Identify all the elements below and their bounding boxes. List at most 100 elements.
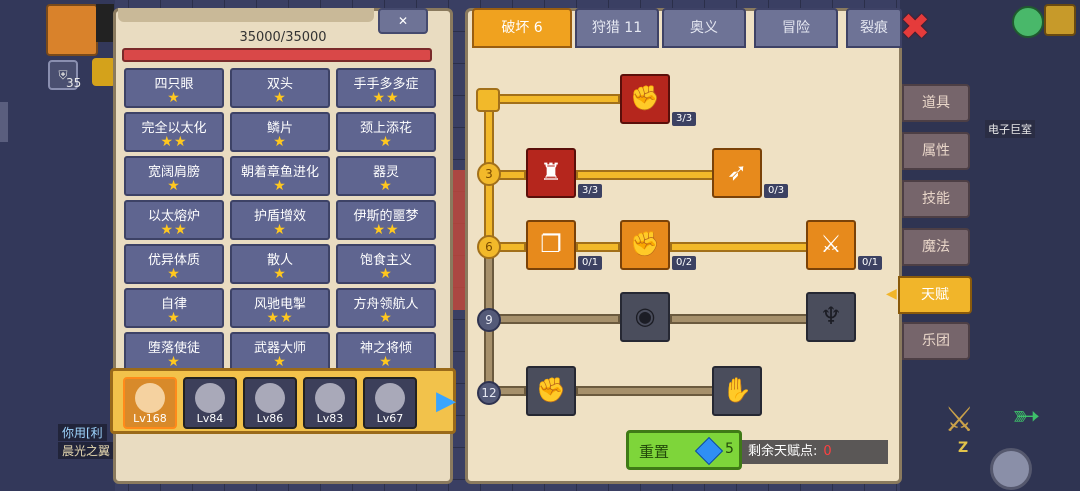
buff-item[interactable]: 散人 ★ <box>230 244 330 284</box>
bat-icon[interactable]: ♆ <box>806 292 856 342</box>
buff-item[interactable]: 宽阔肩膀 ★ <box>124 156 224 196</box>
node-count: 0/1 <box>578 256 603 270</box>
buff-item[interactable]: 手手多多症 ★★ <box>336 68 436 108</box>
buff-item[interactable]: 饱食主义 ★ <box>336 244 436 284</box>
star-icon: ★ <box>273 266 287 282</box>
tier-marker: 12 <box>477 381 501 405</box>
buff-item[interactable]: 伊斯的噩梦 ★★ <box>336 200 436 240</box>
arm-wrestle-icon[interactable]: ✊ <box>620 74 670 124</box>
bow-icon[interactable]: ➳ <box>1012 396 1041 436</box>
star-icon: ★★ <box>160 134 188 150</box>
raised-fist-icon[interactable]: ✊ <box>526 366 576 416</box>
menu-items[interactable]: 道具 <box>902 84 970 122</box>
pet-level: Lv83 <box>316 412 344 425</box>
talent-track <box>490 94 620 104</box>
reset-cost: 5 <box>725 441 734 457</box>
reset-label: 重置 <box>639 443 670 461</box>
star-icon: ★ <box>273 222 287 238</box>
pet-level: Lv168 <box>133 412 167 425</box>
reset-button[interactable]: 重置 5 <box>626 430 742 470</box>
chat-line: 晨光之翼 <box>58 442 115 459</box>
side-handle[interactable] <box>0 102 8 142</box>
buff-item[interactable]: 以太熔炉 ★★ <box>124 200 224 240</box>
star-icon: ★ <box>273 90 287 106</box>
node-count: 0/2 <box>672 256 697 270</box>
buff-item[interactable]: 朝着章鱼进化 ★ <box>230 156 330 196</box>
pet-portrait-icon <box>315 383 345 413</box>
sword-splash-icon[interactable]: ⚔ <box>806 220 856 270</box>
pet-portrait-icon <box>375 383 405 413</box>
tier-marker: 3 <box>477 162 501 186</box>
star-icon: ★★ <box>372 222 400 238</box>
menu-talent[interactable]: 天赋 <box>898 276 972 314</box>
buff-item[interactable]: 神之将倾 ★ <box>336 332 436 372</box>
pet-slot[interactable]: Lv86 <box>243 377 297 429</box>
network-icon[interactable] <box>1012 6 1044 38</box>
talent-track <box>576 386 714 396</box>
star-icon: ★★ <box>160 222 188 238</box>
star-icon: ★ <box>379 178 393 194</box>
exit-icon[interactable] <box>1044 4 1076 36</box>
buff-item[interactable]: 优异体质 ★ <box>124 244 224 284</box>
buff-item[interactable]: 鳞片 ★ <box>230 112 330 152</box>
node-count: 3/3 <box>578 184 603 198</box>
pet-portrait-icon <box>135 383 165 413</box>
buff-item[interactable]: 堕落使徒 ★ <box>124 332 224 372</box>
star-icon: ★ <box>273 178 287 194</box>
pet-level: Lv84 <box>196 412 224 425</box>
talent-track <box>576 170 714 180</box>
buff-item[interactable]: 双头 ★ <box>230 68 330 108</box>
currency-count: 35 <box>66 76 82 90</box>
pet-portrait-icon <box>255 383 285 413</box>
fist-punch-icon[interactable]: ✊ <box>620 220 670 270</box>
talent-track <box>576 242 620 252</box>
arrow-hit-icon[interactable]: ➶ <box>712 148 762 198</box>
buff-item[interactable]: 武器大师 ★ <box>230 332 330 372</box>
menu-magic[interactable]: 魔法 <box>902 228 970 266</box>
buff-item[interactable]: 风驰电掣 ★★ <box>230 288 330 328</box>
tab-hunt[interactable]: 狩猎 11 <box>575 8 659 48</box>
buff-item[interactable]: 完全以太化 ★★ <box>124 112 224 152</box>
talent-track <box>670 242 808 252</box>
buff-grid: 四只眼 ★ 双头 ★ 手手多多症 ★★ 完全以太化 ★★ 鳞片 ★ 颈上添花 ★ 宽阔肩膀 ★ 朝着章鱼进化… <box>124 68 436 372</box>
tier-marker: 6 <box>477 235 501 259</box>
pet-strip: Lv168 Lv84 Lv86 Lv83 Lv67 <box>110 368 456 434</box>
ripple-icon[interactable]: ◉ <box>620 292 670 342</box>
remaining-label: 剩余天赋点: <box>748 444 818 459</box>
gear-icon[interactable] <box>990 448 1032 490</box>
node-count: 0/3 <box>764 184 789 198</box>
close-icon[interactable]: ✖ <box>900 10 930 46</box>
buff-item[interactable]: 四只眼 ★ <box>124 68 224 108</box>
sword-icon[interactable]: ⚔ <box>944 400 974 440</box>
active-pointer-icon: ◀ <box>886 286 897 302</box>
menu-attributes[interactable]: 属性 <box>902 132 970 170</box>
muscle-body-icon[interactable]: ♜ <box>526 148 576 198</box>
pet-scroll-right-icon[interactable]: ▶ <box>436 386 456 416</box>
player-avatar[interactable] <box>46 4 98 56</box>
buff-item[interactable]: 自律 ★ <box>124 288 224 328</box>
tab-adventure[interactable]: 冒险 <box>754 8 838 48</box>
buff-item[interactable]: 器灵 ★ <box>336 156 436 196</box>
buff-item[interactable]: 颈上添花 ★ <box>336 112 436 152</box>
star-icon: ★ <box>167 90 181 106</box>
star-icon: ★★ <box>266 310 294 326</box>
handshake-icon[interactable]: ✋ <box>712 366 762 416</box>
talent-track <box>670 314 808 324</box>
tab-destroy[interactable]: 破坏 6 <box>472 8 572 48</box>
node-count: 0/1 <box>858 256 883 270</box>
pet-level: Lv86 <box>256 412 284 425</box>
menu-skills[interactable]: 技能 <box>902 180 970 218</box>
tab-mystic[interactable]: 奥义 <box>662 8 746 48</box>
pet-slot[interactable]: Lv168 <box>123 377 177 429</box>
tab-rift[interactable]: 裂痕 <box>846 8 902 48</box>
pet-slot[interactable]: Lv83 <box>303 377 357 429</box>
pet-slot[interactable]: Lv84 <box>183 377 237 429</box>
card-swap-icon[interactable]: ❐ <box>526 220 576 270</box>
remaining-value: 0 <box>823 444 832 459</box>
buff-item[interactable]: 方舟领航人 ★ <box>336 288 436 328</box>
chat-line: 你用[利 <box>58 424 107 441</box>
hp-text: 35000/35000 <box>239 30 327 45</box>
menu-band[interactable]: 乐团 <box>902 322 970 360</box>
pet-slot[interactable]: Lv67 <box>363 377 417 429</box>
buff-item[interactable]: 护盾增效 ★ <box>230 200 330 240</box>
